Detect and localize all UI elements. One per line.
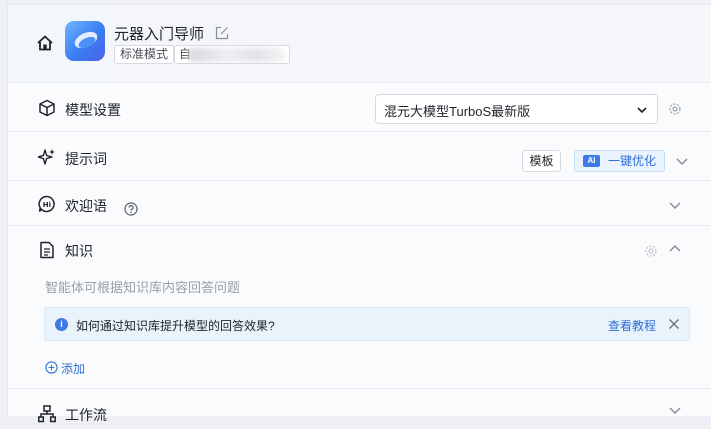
blurred-tag: 自 xyxy=(174,45,290,64)
gear-icon[interactable] xyxy=(668,102,682,116)
svg-text:Hi: Hi xyxy=(43,201,51,209)
bot-name: 元器入门导师 xyxy=(114,26,205,43)
selected-model: 混元大模型TurboS最新版 xyxy=(384,104,531,119)
section-title: 欢迎语 xyxy=(65,198,107,214)
home-icon[interactable] xyxy=(36,34,54,52)
chevron-down-icon[interactable] xyxy=(668,198,682,212)
section-welcome: Hi 欢迎语 xyxy=(8,181,711,226)
bot-avatar[interactable] xyxy=(65,21,105,61)
optimize-button[interactable]: AI 一键优化 xyxy=(574,150,665,172)
section-title: 工作流 xyxy=(65,407,107,423)
mode-tag: 标准模式 xyxy=(114,45,175,64)
document-icon xyxy=(40,241,54,259)
template-button[interactable]: 模板 xyxy=(522,150,561,172)
add-label: 添加 xyxy=(61,362,86,376)
knowledge-description: 智能体可根据知识库内容回答问题 xyxy=(45,280,241,295)
model-select[interactable]: 混元大模型TurboS最新版 xyxy=(375,94,658,124)
hi-bubble-icon: Hi xyxy=(38,195,55,213)
workflow-icon xyxy=(38,405,56,423)
chevron-down-icon[interactable] xyxy=(675,154,689,168)
section-title: 提示词 xyxy=(65,151,107,167)
cube-icon xyxy=(39,99,55,117)
chevron-down-icon xyxy=(637,107,647,114)
ai-badge-icon: AI xyxy=(583,155,600,167)
section-title: 模型设置 xyxy=(65,102,121,118)
close-icon[interactable] xyxy=(668,318,680,330)
chevron-down-icon[interactable] xyxy=(668,403,682,417)
knowledge-tip-banner: i 如何通过知识库提升模型的回答效果? 查看教程 xyxy=(44,307,690,341)
info-icon: i xyxy=(55,318,68,331)
config-panel: 元器入门导师 标准模式 自 模型设置 混元大模型TurboS最新版 提示词 模板… xyxy=(7,4,711,423)
help-icon[interactable] xyxy=(124,202,138,216)
section-workflow: 工作流 xyxy=(8,389,711,429)
view-tutorial-link[interactable]: 查看教程 xyxy=(608,317,656,334)
bot-header: 元器入门导师 标准模式 自 xyxy=(8,5,711,83)
optimize-label: 一键优化 xyxy=(608,154,657,168)
chevron-up-icon[interactable] xyxy=(668,242,682,256)
sparkle-icon xyxy=(38,149,55,165)
tip-text: 如何通过知识库提升模型的回答效果? xyxy=(76,319,275,333)
edit-icon[interactable] xyxy=(215,26,229,40)
gear-icon[interactable] xyxy=(644,244,658,258)
plus-circle-icon xyxy=(45,361,58,374)
section-title: 知识 xyxy=(65,243,93,259)
